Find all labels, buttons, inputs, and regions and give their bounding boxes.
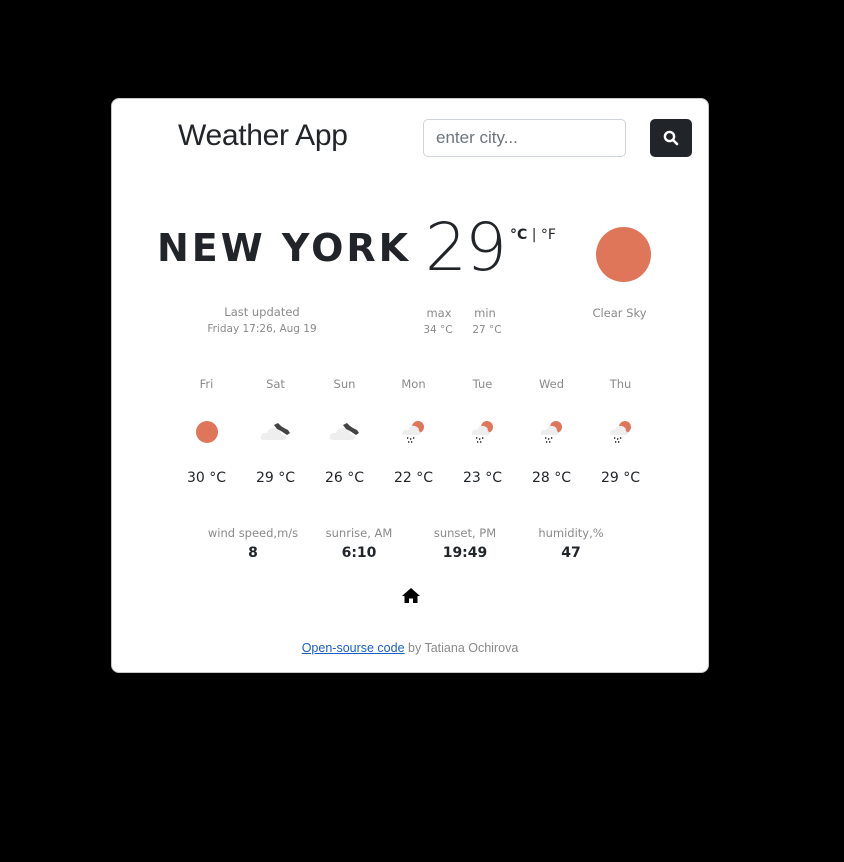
rain-sun-cloud-icon xyxy=(396,414,432,450)
city-name: NEW YORK xyxy=(157,226,412,270)
search-button[interactable] xyxy=(650,119,692,157)
forecast-day: Mon 22 °C xyxy=(379,377,448,486)
forecast-day-name: Fri xyxy=(199,377,214,391)
weather-stats: wind speed,m/s 8 sunrise, AM 6:10 sunset… xyxy=(200,526,624,561)
rain-sun-cloud-icon xyxy=(534,414,570,450)
forecast-day: Tue 23 °C xyxy=(448,377,517,486)
weather-description: Clear Sky xyxy=(592,306,647,320)
stat-value: 47 xyxy=(561,545,581,561)
search-icon xyxy=(663,130,679,146)
forecast-day-name: Sun xyxy=(333,377,356,391)
forecast-day: Fri 30 °C xyxy=(172,377,241,486)
forecast-day-name: Wed xyxy=(538,377,565,391)
stat-label: humidity,% xyxy=(538,526,604,540)
stat-sunrise: sunrise, AM 6:10 xyxy=(306,526,412,561)
forecast-day-temp: 30 °C xyxy=(186,470,227,486)
unit-separator: | xyxy=(531,227,537,243)
fahrenheit-link[interactable]: °F xyxy=(541,227,556,243)
forecast-day: Wed 28 °C xyxy=(517,377,586,486)
stat-sunset: sunset, PM 19:49 xyxy=(412,526,518,561)
forecast-day-temp: 29 °C xyxy=(600,470,641,486)
last-updated-value: Friday 17:26, Aug 19 xyxy=(207,323,317,335)
forecast-row: Fri 30 °C Sat 29 °C Sun 26 °C Mon 22 °C … xyxy=(172,377,655,486)
footer-author: by Tatiana Ochirova xyxy=(404,641,519,655)
home-button[interactable] xyxy=(401,586,421,606)
min-temp-value: 27 °C xyxy=(472,324,502,336)
forecast-day-temp: 26 °C xyxy=(324,470,365,486)
stat-label: sunrise, AM xyxy=(325,526,393,540)
forecast-day: Thu 29 °C xyxy=(586,377,655,486)
current-temperature: 29 xyxy=(425,209,507,286)
stat-value: 8 xyxy=(248,545,258,561)
weather-card: Weather App NEW YORK 29 °C | °F Last upd… xyxy=(111,98,709,673)
forecast-day-temp: 23 °C xyxy=(462,470,503,486)
source-code-link[interactable]: Open-sourse code xyxy=(302,641,405,655)
stat-value: 6:10 xyxy=(341,545,377,561)
last-updated-label: Last updated xyxy=(224,305,300,319)
max-temp-label: max xyxy=(426,306,452,320)
stat-value: 19:49 xyxy=(442,545,488,561)
forecast-day-name: Tue xyxy=(472,377,493,391)
footer: Open-sourse code by Tatiana Ochirova xyxy=(112,641,708,655)
rain-sun-cloud-icon xyxy=(465,414,501,450)
forecast-day-name: Sat xyxy=(266,377,285,391)
forecast-day-temp: 29 °C xyxy=(255,470,296,486)
celsius-link[interactable]: °C xyxy=(510,227,527,243)
forecast-day-name: Thu xyxy=(609,377,632,391)
forecast-day-temp: 22 °C xyxy=(393,470,434,486)
cloud-night-icon xyxy=(327,414,363,450)
max-temp-value: 34 °C xyxy=(423,324,453,336)
stat-label: sunset, PM xyxy=(433,526,497,540)
stat-humidity: humidity,% 47 xyxy=(518,526,624,561)
stat-label: wind speed,m/s xyxy=(207,526,299,540)
forecast-day: Sun 26 °C xyxy=(310,377,379,486)
clear-sky-sun-icon xyxy=(596,227,651,282)
min-temp-label: min xyxy=(474,306,496,320)
forecast-day-name: Mon xyxy=(401,377,426,391)
stat-wind-speed: wind speed,m/s 8 xyxy=(200,526,306,561)
forecast-day: Sat 29 °C xyxy=(241,377,310,486)
sun-icon xyxy=(189,414,225,450)
unit-toggle: °C | °F xyxy=(510,227,556,243)
city-search-input[interactable] xyxy=(423,119,626,157)
home-icon xyxy=(402,588,420,603)
rain-sun-cloud-icon xyxy=(603,414,639,450)
cloud-night-icon xyxy=(258,414,294,450)
app-title: Weather App xyxy=(178,119,348,152)
forecast-day-temp: 28 °C xyxy=(531,470,572,486)
